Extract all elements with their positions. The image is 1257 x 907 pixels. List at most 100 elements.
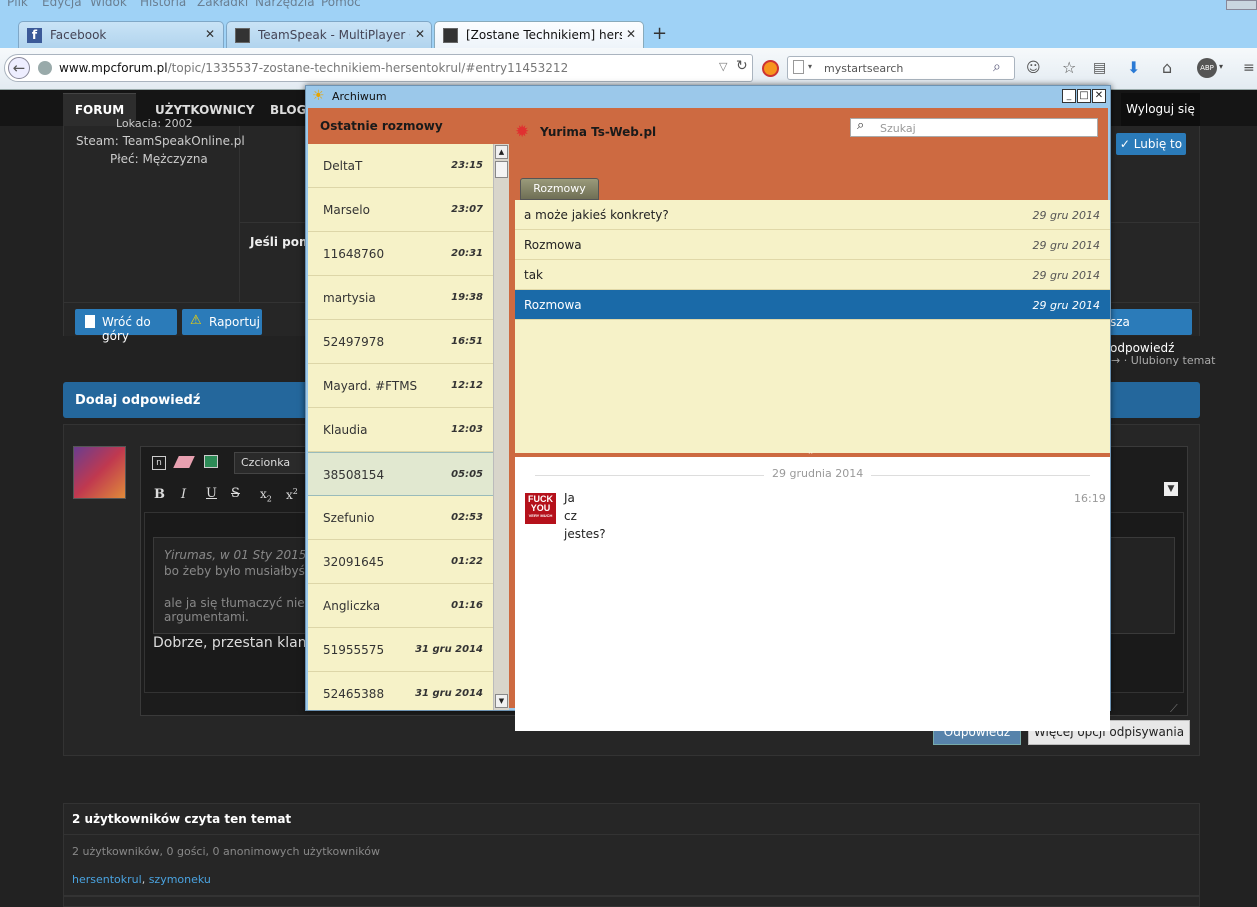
window-close-button[interactable] xyxy=(1226,0,1257,10)
post-text: Jeśli pom xyxy=(250,235,312,249)
bold-icon[interactable]: B xyxy=(154,487,165,502)
close-icon[interactable]: ✕ xyxy=(626,27,636,41)
conversation-item[interactable]: 38508154 05:05 xyxy=(308,452,493,496)
profile-sex: Płeć: Mężczyzna xyxy=(110,152,208,166)
scroll-down-icon[interactable]: ▼ xyxy=(495,694,508,708)
chat-pane: 29 grudnia 2014 FUCK YOU VERY MUCH Ja cz… xyxy=(515,457,1110,731)
nav-users[interactable]: UŻYTKOWNICY xyxy=(155,103,255,117)
message-item[interactable]: a może jakieś konkrety? 29 gru 2014 xyxy=(515,200,1110,230)
resize-handle-icon[interactable]: ⟋ xyxy=(1170,702,1178,716)
message-item[interactable]: Rozmowa 29 gru 2014 xyxy=(515,230,1110,260)
message-item[interactable]: tak 29 gru 2014 xyxy=(515,260,1110,290)
logout-button[interactable]: Wyloguj się xyxy=(1121,93,1200,126)
conversation-item[interactable]: Marselo 23:07 xyxy=(308,188,493,232)
like-button[interactable]: ✓ Lubię to xyxy=(1116,133,1186,155)
conversation-name: Marselo xyxy=(323,203,370,217)
close-icon[interactable]: ✕ xyxy=(1092,89,1106,103)
close-icon[interactable]: ✕ xyxy=(415,27,425,41)
conversation-name: 11648760 xyxy=(323,247,385,261)
font-select[interactable]: Czcionka xyxy=(234,452,306,474)
avatar: FUCK YOU VERY MUCH xyxy=(525,493,556,524)
back-arrow-icon[interactable]: ← xyxy=(8,57,30,79)
reader-link[interactable]: szymoneku xyxy=(149,873,211,886)
new-tab-plus-icon[interactable]: + xyxy=(652,23,667,44)
url-bar[interactable]: ← www.mpcforum.pl/topic/1335537-zostane-… xyxy=(4,54,753,82)
conversation-name: 52465388 xyxy=(323,687,385,701)
reading-list-icon[interactable]: ▤ xyxy=(1093,60,1106,76)
search-input[interactable]: ⌕ Szukaj xyxy=(850,118,1098,137)
dropdown-icon[interactable]: ▽ xyxy=(719,60,727,73)
conversation-item[interactable]: DeltaT 23:15 xyxy=(308,144,493,188)
maximize-icon[interactable]: □ xyxy=(1077,89,1091,103)
adblock-round-icon[interactable] xyxy=(762,60,779,77)
tab-zostane-technikiem[interactable]: [Zostane Technikiem] herse... ✕ xyxy=(434,21,644,48)
tab-conversations[interactable]: Rozmowy xyxy=(520,178,599,200)
recent-conversations-header: Ostatnie rozmowy xyxy=(320,119,443,133)
facebook-icon: f xyxy=(27,28,42,43)
conversation-item[interactable]: Angliczka 01:16 xyxy=(308,584,493,628)
abp-icon[interactable]: ABP xyxy=(1197,58,1217,78)
chat-time: 16:19 xyxy=(1074,492,1106,505)
conversation-item[interactable]: Szefunio 02:53 xyxy=(308,496,493,540)
conversation-item[interactable]: 52465388 31 gru 2014 xyxy=(308,672,493,710)
minimize-icon[interactable]: _ xyxy=(1062,89,1076,103)
underline-icon[interactable]: U xyxy=(206,486,217,501)
subscript-icon[interactable]: x2 xyxy=(260,487,272,503)
report-label: Raportuj xyxy=(209,315,260,329)
url-text: www.mpcforum.pl/topic/1335537-zostane-te… xyxy=(59,61,569,75)
italic-icon[interactable]: I xyxy=(181,487,186,502)
scroll-up-icon[interactable]: ▲ xyxy=(495,145,508,159)
superscript-icon[interactable]: x2 xyxy=(286,487,298,502)
bookmark-star-icon[interactable]: ☆ xyxy=(1062,60,1076,76)
scroll-thumb[interactable] xyxy=(495,161,508,178)
home-icon[interactable]: ⌂ xyxy=(1162,60,1172,76)
message-item[interactable]: Rozmowa 29 gru 2014 xyxy=(515,290,1110,320)
reader-link[interactable]: hersentokrul xyxy=(72,873,142,886)
download-icon[interactable]: ⬇ xyxy=(1127,60,1140,76)
profile-location: Lokacja: 2002 xyxy=(116,117,193,127)
conversation-time: 02:53 xyxy=(451,512,483,523)
dropdown-icon[interactable]: ▼ xyxy=(1164,482,1178,496)
addon-icon[interactable]: ☺ xyxy=(1026,60,1041,76)
tab-teamspeak[interactable]: TeamSpeak - MultiPlayer Co... ✕ xyxy=(226,21,432,48)
close-icon[interactable]: ✕ xyxy=(205,27,215,41)
conversation-item[interactable]: Klaudia 12:03 xyxy=(308,408,493,452)
menu-view[interactable]: Widok xyxy=(90,0,127,9)
profile-steam: Steam: TeamSpeakOnline.pl xyxy=(76,134,245,148)
fast-reply-button[interactable]: sza odpowiedź xyxy=(1104,309,1192,355)
conversation-item[interactable]: 11648760 20:31 xyxy=(308,232,493,276)
strikethrough-icon[interactable]: S xyxy=(231,486,240,501)
report-button[interactable]: ⚠ Raportuj xyxy=(182,309,262,335)
dropdown-icon[interactable]: ▾ xyxy=(1219,62,1223,71)
tab-facebook[interactable]: f Facebook ✕ xyxy=(18,21,224,48)
conversation-name: Szefunio xyxy=(323,511,375,525)
favorite-topic-link[interactable]: → · Ulubiony temat xyxy=(1111,354,1215,367)
search-icon[interactable]: ⌕ xyxy=(993,59,1001,75)
dropdown-icon[interactable]: ▾ xyxy=(808,62,812,71)
search-bar[interactable]: ▾ mystartsearch ⌕ xyxy=(787,56,1015,80)
mpc-icon xyxy=(235,28,250,43)
reload-icon[interactable]: ↻ xyxy=(736,58,748,74)
menu-icon[interactable]: ≡ xyxy=(1243,60,1255,76)
window-titlebar[interactable]: ☀ Archiwum _ □ ✕ xyxy=(306,86,1110,108)
conversation-item[interactable]: 52497978 16:51 xyxy=(308,320,493,364)
menu-bookmarks[interactable]: Zakładki xyxy=(197,0,248,9)
menu-file[interactable]: Plik xyxy=(7,0,28,9)
conversation-item[interactable]: martysia 19:38 xyxy=(308,276,493,320)
menu-tools[interactable]: Narzędzia xyxy=(255,0,315,9)
scrollbar[interactable]: ▲ ▼ xyxy=(493,144,509,710)
menu-edit[interactable]: Edycja xyxy=(42,0,82,9)
server-name: Yurima Ts-Web.pl xyxy=(540,125,657,139)
conversation-list: DeltaT 23:15 Marselo 23:07 11648760 20:31 mart… xyxy=(308,144,493,710)
table-icon[interactable] xyxy=(204,455,218,468)
back-to-top-button[interactable]: Wróć do góry xyxy=(75,309,177,343)
conversation-time: 16:51 xyxy=(451,336,483,347)
source-icon[interactable]: n xyxy=(152,456,166,470)
search-icon: ⌕ xyxy=(857,118,865,133)
menu-history[interactable]: Historia xyxy=(140,0,186,9)
menu-help[interactable]: Pomoc xyxy=(321,0,361,9)
conversation-item[interactable]: Mayard. #FTMS 12:12 xyxy=(308,364,493,408)
conversation-item[interactable]: 32091645 01:22 xyxy=(308,540,493,584)
quote-text: bo żeby było musiałbyś w xyxy=(164,564,319,578)
conversation-item[interactable]: 51955575 31 gru 2014 xyxy=(308,628,493,672)
